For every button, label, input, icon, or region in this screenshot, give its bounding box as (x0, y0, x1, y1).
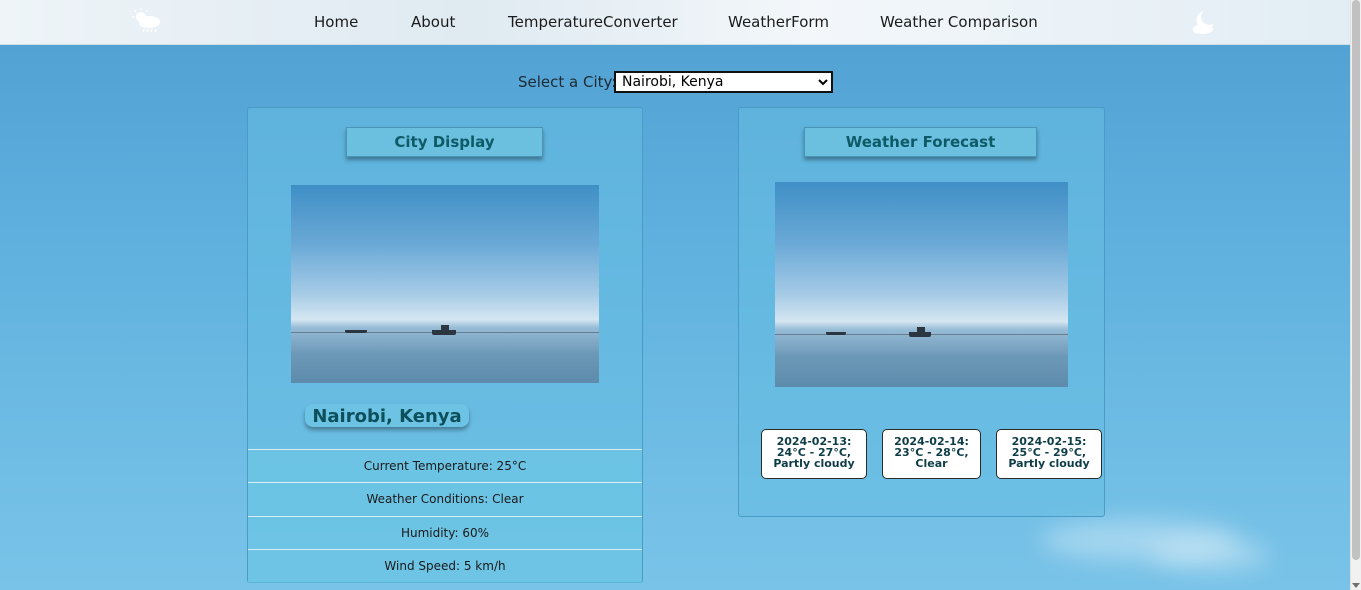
boat-cabin-shape (917, 327, 925, 332)
stat-weather-conditions: Weather Conditions: Clear (248, 482, 642, 515)
boat-shape (432, 330, 456, 335)
cloud-moon-icon[interactable] (1190, 9, 1220, 35)
forecast-condition: Partly cloudy (773, 457, 855, 470)
boat-shape (826, 332, 846, 335)
forecast-condition: Clear (915, 457, 948, 470)
city-select-label: Select a City: (518, 73, 617, 91)
forecast-card: 2024-02-15: 25°C - 29°C, Partly cloudy (996, 429, 1102, 479)
forecast-card: 2024-02-14: 23°C - 28°C, Clear (882, 429, 981, 479)
stat-humidity: Humidity: 60% (248, 516, 642, 549)
background-cloud (1150, 540, 1270, 570)
forecast-card: 2024-02-13: 24°C - 27°C, Partly cloudy (761, 429, 867, 479)
nav-home[interactable]: Home (314, 13, 358, 31)
forecast-image (775, 182, 1068, 387)
nav-temperature-converter[interactable]: TemperatureConverter (508, 13, 678, 31)
city-display-heading: City Display (346, 127, 543, 157)
boat-shape (345, 330, 367, 333)
weather-forecast-heading: Weather Forecast (804, 127, 1037, 157)
navbar: Home About TemperatureConverter WeatherF… (0, 0, 1351, 45)
nav-weather-form[interactable]: WeatherForm (728, 13, 829, 31)
city-select[interactable]: Nairobi, Kenya (614, 71, 833, 93)
vertical-scrollbar[interactable] (1350, 0, 1361, 590)
boat-cabin-shape (441, 325, 449, 330)
forecast-condition: Partly cloudy (1008, 457, 1090, 470)
cloud-sun-rain-icon[interactable] (132, 8, 162, 34)
city-image (291, 185, 599, 383)
nav-weather-comparison[interactable]: Weather Comparison (880, 13, 1038, 31)
city-name-badge: Nairobi, Kenya (305, 404, 469, 427)
nav-about[interactable]: About (411, 13, 455, 31)
stat-wind-speed: Wind Speed: 5 km/h (248, 549, 642, 583)
stat-current-temperature: Current Temperature: 25°C (248, 449, 642, 482)
scroll-down-arrow-icon[interactable] (1352, 583, 1360, 588)
boat-shape (909, 332, 931, 337)
scrollbar-thumb[interactable] (1352, 0, 1360, 560)
